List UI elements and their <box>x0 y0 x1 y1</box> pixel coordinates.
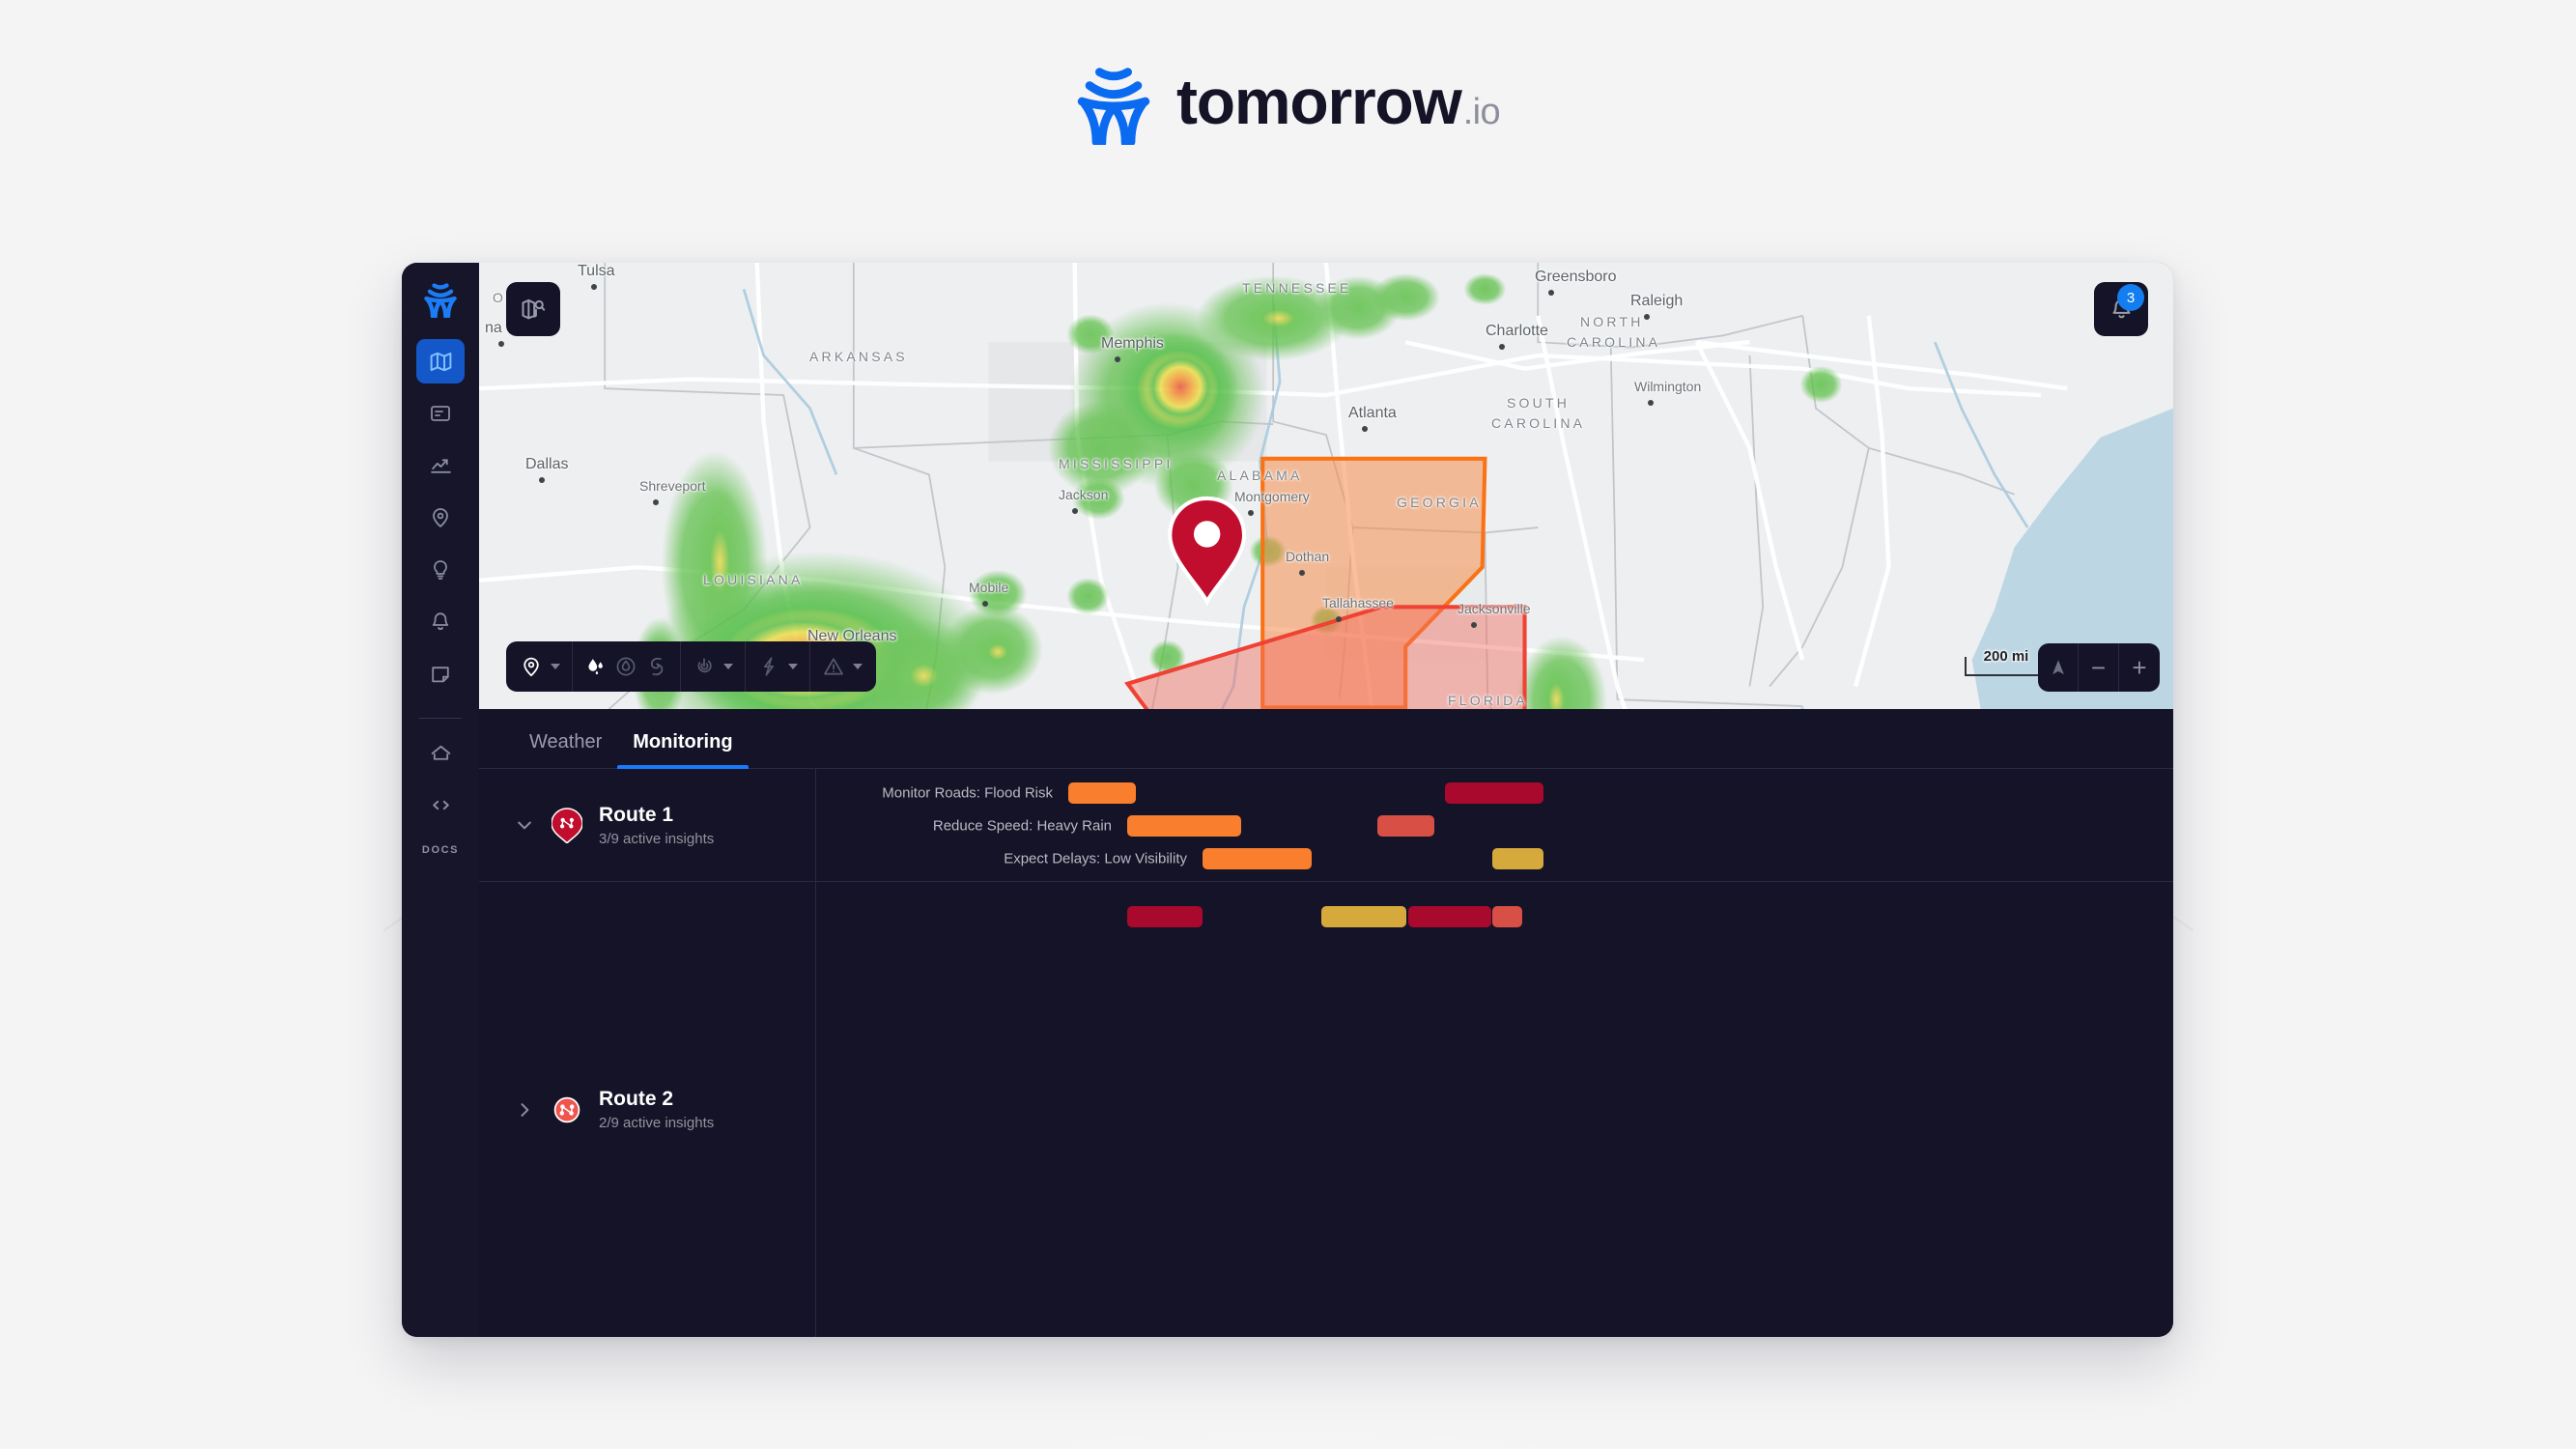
insight-bar[interactable] <box>1408 906 1491 927</box>
bell-icon <box>432 612 449 631</box>
map-icon <box>430 352 451 371</box>
insight-label: Monitor Roads: Flood Risk <box>882 784 1053 802</box>
sidebar-item-notes[interactable] <box>416 652 465 696</box>
sidebar-divider <box>419 718 462 719</box>
insight-bar[interactable] <box>1377 815 1434 837</box>
map-search-icon <box>522 298 546 320</box>
route-pin-icon <box>551 1095 583 1124</box>
lightning-layer-caret[interactable] <box>788 664 798 669</box>
brand-logo: tomorrow .io <box>0 58 2576 145</box>
sidebar-item-locations[interactable] <box>416 496 465 540</box>
navigate-arrow-icon <box>2052 660 2064 675</box>
sidebar-item-alerts[interactable] <box>416 600 465 644</box>
map-scale-bar: 200 mi <box>1965 648 2048 676</box>
map-zoom-controls: − + <box>2038 643 2160 692</box>
map-scale-label: 200 mi <box>1983 648 2029 665</box>
map-zoom-out-button[interactable]: − <box>2079 643 2119 692</box>
route-timeline <box>816 882 2173 1337</box>
sidebar-item-recommendations[interactable] <box>416 548 465 592</box>
insight-bar[interactable] <box>1492 906 1522 927</box>
route-meta: Route 1 3/9 active insights <box>599 804 714 847</box>
panel-tabs: Weather Monitoring <box>479 709 2173 769</box>
route-meta: Route 2 2/9 active insights <box>599 1088 714 1131</box>
routes-list: Route 1 3/9 active insights Monitor Roads:… <box>479 769 2173 1337</box>
lightbulb-icon <box>434 560 447 580</box>
route-row: Route 2 2/9 active insights <box>479 882 2173 1337</box>
route-title: Route 1 <box>599 803 674 826</box>
app-window: DOCS na Tulsa ARKANSAS Memphis TENNESSEE… <box>402 263 2173 1337</box>
card-list-icon <box>431 406 450 421</box>
location-pin-icon <box>433 508 448 527</box>
map-zoom-in-button[interactable]: + <box>2119 643 2160 692</box>
app-content: OMAna CityTulsaARKANSASMemphisTENNESSEED… <box>479 263 2173 1337</box>
insight-bar[interactable] <box>1127 906 1203 927</box>
map-locate-button[interactable] <box>2038 643 2079 692</box>
insight-bar[interactable] <box>1321 906 1406 927</box>
route-subtitle: 2/9 active insights <box>599 1115 715 1131</box>
hurricane-icon[interactable] <box>645 655 668 678</box>
notifications-button[interactable]: 3 <box>2094 282 2148 336</box>
tab-monitoring[interactable]: Monitoring <box>617 731 749 769</box>
weather-map[interactable]: OMAna CityTulsaARKANSASMemphisTENNESSEED… <box>479 263 2173 709</box>
route-title: Route 2 <box>599 1088 674 1110</box>
sidebar-item-cards[interactable] <box>416 391 465 436</box>
tool-group-lightning <box>746 641 810 692</box>
insight-bar[interactable] <box>1203 848 1312 869</box>
insight-row <box>816 906 2173 927</box>
page-root: tomorrow .io DOCS na Tulsa ARKANSAS Memp… <box>0 0 2576 1449</box>
alerts-layer-caret[interactable] <box>853 664 863 669</box>
sidebar: DOCS <box>402 263 479 1337</box>
tomorrow-logo-icon <box>1077 68 1150 145</box>
sidebar-item-map[interactable] <box>416 339 465 384</box>
tool-group-alerts <box>810 641 874 692</box>
alert-triangle-icon[interactable] <box>822 655 845 678</box>
sidebar-item-insights-chart[interactable] <box>416 443 465 488</box>
insight-bar[interactable] <box>1068 782 1136 804</box>
route-timeline: Monitor Roads: Flood Risk Reduce Speed: H… <box>816 769 2173 881</box>
radar-icon[interactable] <box>693 655 716 678</box>
map-layers-button[interactable] <box>506 282 560 336</box>
map-layer-toolbar <box>506 641 876 692</box>
sidebar-item-developers[interactable] <box>416 782 465 827</box>
route-subtitle: 3/9 active insights <box>599 830 715 847</box>
precipitation-icon[interactable] <box>584 656 607 678</box>
fire-icon[interactable] <box>614 655 637 678</box>
insight-row: Reduce Speed: Heavy Rain <box>816 815 2173 837</box>
bottom-panel: Weather Monitoring Route 1 3/9 active insi… <box>479 709 2173 1337</box>
trending-up-icon <box>430 458 451 473</box>
brand-tld: .io <box>1462 92 1501 132</box>
insight-row: Monitor Roads: Flood Risk <box>816 782 2173 804</box>
route-pin-icon <box>551 807 583 843</box>
chevron-down-icon[interactable] <box>514 815 535 835</box>
tab-weather[interactable]: Weather <box>514 731 617 768</box>
code-icon <box>432 800 449 810</box>
location-pin-icon[interactable] <box>520 655 543 678</box>
insight-bar[interactable] <box>1492 848 1543 869</box>
insight-bar[interactable] <box>1445 782 1543 804</box>
notification-badge: 3 <box>2117 284 2144 311</box>
location-layer-caret[interactable] <box>551 664 560 669</box>
sidebar-item-home[interactable] <box>416 730 465 775</box>
tool-group-hazards <box>573 641 681 692</box>
brand-name: tomorrow <box>1175 66 1462 137</box>
home-icon <box>431 745 450 760</box>
sidebar-docs-link[interactable]: DOCS <box>422 844 459 856</box>
tool-group-location <box>508 641 573 692</box>
insight-label: Reduce Speed: Heavy Rain <box>932 817 1112 835</box>
lightning-icon[interactable] <box>757 655 780 678</box>
route-header[interactable]: Route 1 3/9 active insights <box>479 769 816 881</box>
insight-row: Expect Delays: Low Visibility <box>816 848 2173 869</box>
radar-layer-caret[interactable] <box>723 664 733 669</box>
chevron-right-icon[interactable] <box>514 1100 535 1120</box>
tool-group-radar <box>681 641 746 692</box>
insight-label: Expect Delays: Low Visibility <box>1004 850 1187 867</box>
route-row: Route 1 3/9 active insights Monitor Roads:… <box>479 769 2173 882</box>
note-icon <box>432 667 449 683</box>
insight-bar[interactable] <box>1127 815 1241 837</box>
sidebar-logo-icon[interactable] <box>422 279 459 318</box>
route-header[interactable]: Route 2 2/9 active insights <box>479 882 816 1337</box>
